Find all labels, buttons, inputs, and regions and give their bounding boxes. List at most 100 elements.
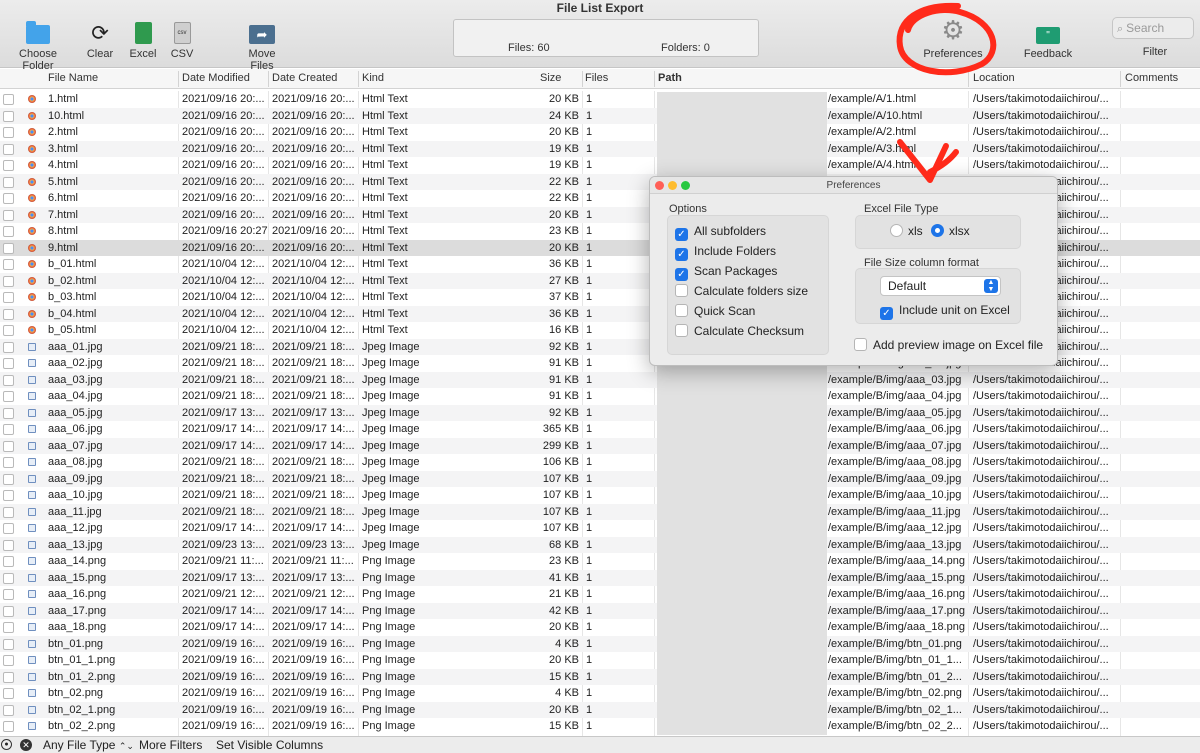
table-row[interactable]: 3.html 2021/09/16 20:... 2021/09/16 20:...… xyxy=(0,140,1200,157)
row-checkbox[interactable] xyxy=(3,506,14,518)
row-checkbox[interactable] xyxy=(3,407,14,419)
row-checkbox[interactable] xyxy=(3,358,14,369)
row-checkbox[interactable] xyxy=(3,655,14,666)
excel-button[interactable]: Excel xyxy=(128,20,158,60)
row-checkbox[interactable] xyxy=(3,325,14,336)
table-row[interactable]: aaa_16.png 2021/09/21 12:... 2021/09/21 12… xyxy=(0,586,1200,603)
radio-xls[interactable]: xls xyxy=(890,224,923,238)
table-row[interactable]: aaa_18.png 2021/09/17 14:... 2021/09/17 14… xyxy=(0,619,1200,636)
table-row[interactable]: aaa_12.jpg 2021/09/17 14:... 2021/09/17 14… xyxy=(0,520,1200,537)
row-checkbox[interactable] xyxy=(3,143,14,155)
table-row[interactable]: btn_01_2.png 2021/09/19 16:... 2021/09/19 … xyxy=(0,668,1200,685)
row-checkbox[interactable] xyxy=(3,440,14,452)
table-row[interactable]: aaa_05.jpg 2021/09/17 13:... 2021/09/17 13… xyxy=(0,404,1200,421)
table-row[interactable]: aaa_07.jpg 2021/09/17 14:... 2021/09/17 14… xyxy=(0,437,1200,454)
row-checkbox[interactable] xyxy=(3,374,14,386)
clear-button[interactable]: ⟳ Clear xyxy=(85,20,115,60)
size-format-select[interactable]: Default ▲ ▼ xyxy=(880,276,1001,296)
more-filters-button[interactable]: More Filters xyxy=(139,738,202,752)
row-checkbox[interactable] xyxy=(3,539,14,551)
feedback-button[interactable]: " Feedback xyxy=(1022,20,1074,60)
table-row[interactable]: btn_02_2.png 2021/09/19 16:... 2021/09/19 … xyxy=(0,718,1200,735)
column-header-files[interactable]: Files xyxy=(585,72,608,84)
row-checkbox[interactable] xyxy=(3,490,14,501)
preferences-button[interactable]: ⚙ Preferences xyxy=(922,18,984,60)
table-row[interactable]: aaa_14.png 2021/09/21 11:... 2021/09/21 11… xyxy=(0,553,1200,570)
move-files-button[interactable]: ➦ Move Files xyxy=(236,20,288,72)
table-row[interactable]: btn_02_1.png 2021/09/19 16:... 2021/09/19 … xyxy=(0,701,1200,718)
kind-cell: Jpeg Image xyxy=(362,439,420,452)
row-checkbox[interactable] xyxy=(3,259,14,270)
row-checkbox[interactable] xyxy=(3,523,14,534)
column-header-kind[interactable]: Kind xyxy=(362,72,384,84)
choose-folder-button[interactable]: Choose Folder xyxy=(4,20,72,72)
set-visible-columns-button[interactable]: Set Visible Columns xyxy=(216,738,323,752)
table-row[interactable]: 2.html 2021/09/16 20:... 2021/09/16 20:...… xyxy=(0,124,1200,141)
table-row[interactable]: aaa_03.jpg 2021/09/21 18:... 2021/09/21 18… xyxy=(0,371,1200,388)
table-row[interactable]: aaa_13.jpg 2021/09/23 13:... 2021/09/23 13… xyxy=(0,536,1200,553)
row-checkbox[interactable] xyxy=(3,292,14,303)
row-checkbox[interactable] xyxy=(3,94,14,105)
radio-xlsx[interactable]: xlsx xyxy=(931,224,970,238)
row-checkbox[interactable] xyxy=(3,341,14,353)
row-checkbox[interactable] xyxy=(3,193,14,204)
column-header-date-created[interactable]: Date Created xyxy=(272,72,337,84)
column-header-comments[interactable]: Comments xyxy=(1125,72,1178,84)
column-header-size[interactable]: Size xyxy=(540,72,561,84)
file-type-filter[interactable]: Any File Type ⌃⌄ xyxy=(43,738,134,752)
row-checkbox[interactable] xyxy=(3,457,14,468)
table-row[interactable]: 1.html 2021/09/16 20:... 2021/09/16 20:...… xyxy=(0,91,1200,108)
row-checkbox[interactable] xyxy=(3,704,14,716)
table-row[interactable]: aaa_11.jpg 2021/09/21 18:... 2021/09/21 18… xyxy=(0,503,1200,520)
option-checkbox[interactable]: Calculate folders size xyxy=(675,284,808,298)
option-checkbox[interactable]: ✓ Scan Packages xyxy=(675,264,777,281)
row-checkbox[interactable] xyxy=(3,110,14,122)
table-row[interactable]: btn_01.png 2021/09/19 16:... 2021/09/19 16… xyxy=(0,635,1200,652)
column-header-path[interactable]: Path xyxy=(658,72,682,84)
row-checkbox[interactable] xyxy=(3,688,14,699)
row-checkbox[interactable] xyxy=(3,242,14,254)
row-checkbox[interactable] xyxy=(3,391,14,402)
table-row[interactable]: aaa_04.jpg 2021/09/21 18:... 2021/09/21 18… xyxy=(0,388,1200,405)
column-header-date-modified[interactable]: Date Modified xyxy=(182,72,250,84)
table-row[interactable]: aaa_15.png 2021/09/17 13:... 2021/09/17 13… xyxy=(0,569,1200,586)
row-checkbox[interactable] xyxy=(3,638,14,650)
row-checkbox[interactable] xyxy=(3,209,14,221)
eye-icon[interactable]: ● xyxy=(1,739,12,750)
preview-image-checkbox[interactable]: Add preview image on Excel file xyxy=(854,338,1043,352)
table-row[interactable]: aaa_10.jpg 2021/09/21 18:... 2021/09/21 18… xyxy=(0,487,1200,504)
row-checkbox[interactable] xyxy=(3,226,14,237)
row-checkbox[interactable] xyxy=(3,473,14,485)
column-header-location[interactable]: Location xyxy=(973,72,1015,84)
row-checkbox[interactable] xyxy=(3,127,14,138)
table-row[interactable]: btn_01_1.png 2021/09/19 16:... 2021/09/19 … xyxy=(0,652,1200,669)
row-checkbox[interactable] xyxy=(3,671,14,683)
row-checkbox[interactable] xyxy=(3,572,14,584)
csv-button[interactable]: csv CSV xyxy=(167,20,197,60)
table-row[interactable]: aaa_17.png 2021/09/17 14:... 2021/09/17 14… xyxy=(0,602,1200,619)
row-checkbox[interactable] xyxy=(3,721,14,732)
option-checkbox[interactable]: ✓ Include Folders xyxy=(675,244,776,261)
include-unit-checkbox[interactable]: ✓ Include unit on Excel xyxy=(880,303,1010,320)
row-checkbox[interactable] xyxy=(3,275,14,287)
row-checkbox[interactable] xyxy=(3,605,14,617)
table-row[interactable]: 10.html 2021/09/16 20:... 2021/09/16 20:..… xyxy=(0,107,1200,124)
option-checkbox[interactable]: Quick Scan xyxy=(675,304,755,318)
table-row[interactable]: aaa_06.jpg 2021/09/17 14:... 2021/09/17 14… xyxy=(0,421,1200,438)
option-checkbox[interactable]: Calculate Checksum xyxy=(675,324,804,338)
row-checkbox[interactable] xyxy=(3,176,14,188)
row-checkbox[interactable] xyxy=(3,308,14,320)
row-checkbox[interactable] xyxy=(3,160,14,171)
table-row[interactable]: btn_02.png 2021/09/19 16:... 2021/09/19 16… xyxy=(0,685,1200,702)
clear-filter-icon[interactable]: ✕ xyxy=(20,739,32,751)
column-header-file-name[interactable]: File Name xyxy=(48,72,98,84)
row-checkbox[interactable] xyxy=(3,589,14,600)
row-checkbox[interactable] xyxy=(3,424,14,435)
row-checkbox[interactable] xyxy=(3,556,14,567)
table-row[interactable]: 4.html 2021/09/16 20:... 2021/09/16 20:...… xyxy=(0,157,1200,174)
search-input[interactable]: ⌕ Search xyxy=(1112,17,1194,39)
row-checkbox[interactable] xyxy=(3,622,14,633)
table-row[interactable]: aaa_09.jpg 2021/09/21 18:... 2021/09/21 18… xyxy=(0,470,1200,487)
table-row[interactable]: aaa_08.jpg 2021/09/21 18:... 2021/09/21 18… xyxy=(0,454,1200,471)
option-checkbox[interactable]: ✓ All subfolders xyxy=(675,224,766,241)
